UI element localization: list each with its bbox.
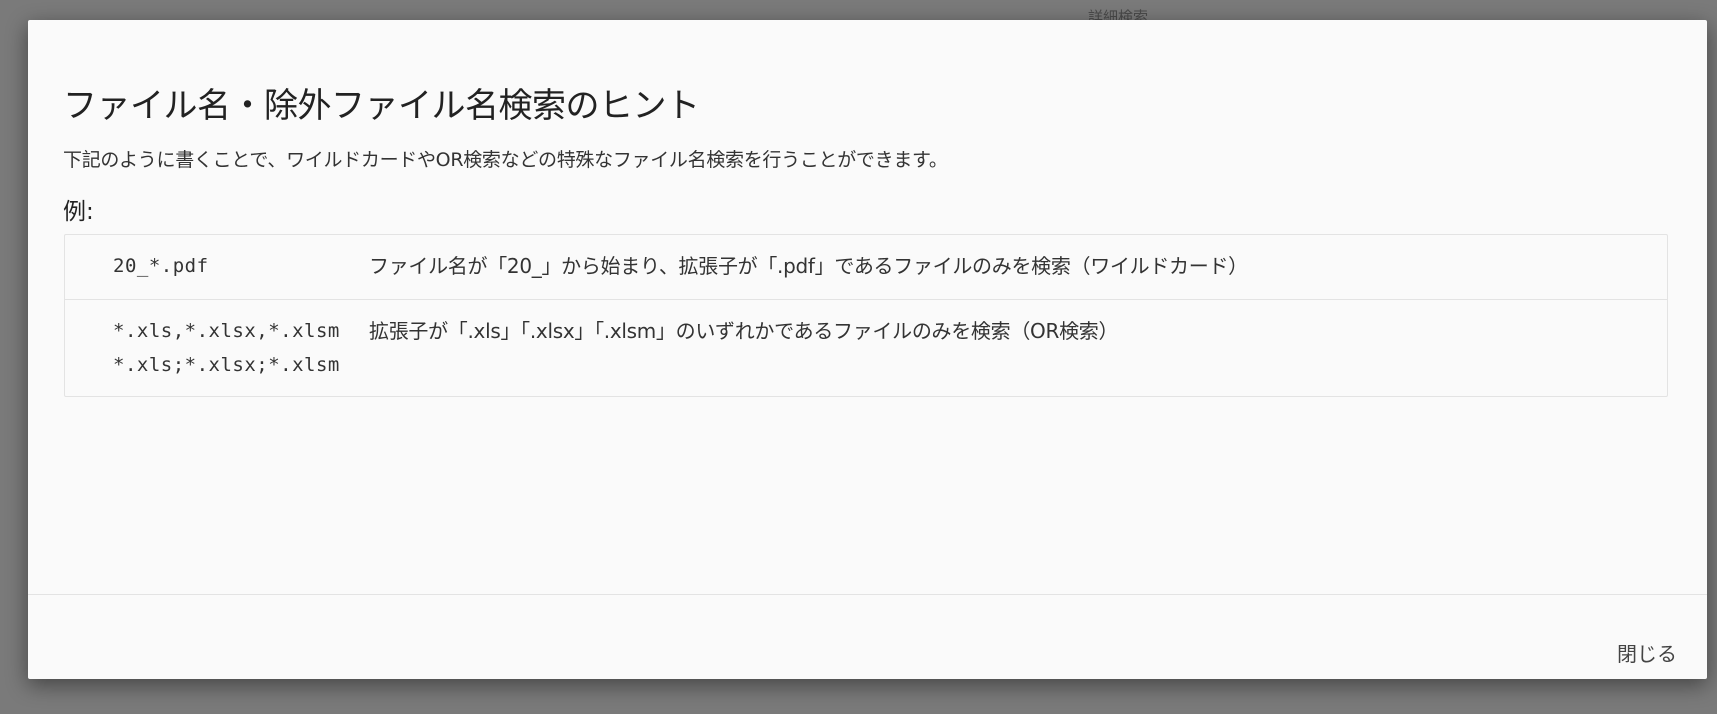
dialog-title: ファイル名・除外ファイル名検索のヒント (63, 86, 700, 126)
example-patterns: 20_*.pdf (65, 253, 369, 287)
example-heading: 例: (63, 199, 94, 225)
dialog-description: 下記のように書くことで、ワイルドカードやOR検索などの特殊なファイル名検索を行う… (63, 149, 948, 171)
example-pattern: 20_*.pdf (113, 255, 209, 277)
example-description: ファイル名が「20_」から始まり、拡張子が「.pdf」であるファイルのみを検索（… (369, 254, 1248, 278)
footer-divider (28, 594, 1707, 595)
example-description: 拡張子が「.xls」「.xlsx」「.xlsm」のいずれかであるファイルのみを検… (369, 319, 1119, 343)
example-patterns: *.xls,*.xlsx,*.xlsm *.xls;*.xlsx;*.xlsm (65, 318, 369, 386)
close-button[interactable]: 閉じる (1609, 634, 1685, 671)
hint-dialog: ファイル名・除外ファイル名検索のヒント 下記のように書くことで、ワイルドカードや… (28, 20, 1707, 679)
example-row-or-search: *.xls,*.xlsx,*.xlsm *.xls;*.xlsx;*.xlsm … (65, 299, 1667, 396)
example-pattern: *.xls;*.xlsx;*.xlsm (113, 354, 340, 376)
example-row-wildcard: 20_*.pdf ファイル名が「20_」から始まり、拡張子が「.pdf」であるフ… (65, 235, 1667, 299)
examples-table: 20_*.pdf ファイル名が「20_」から始まり、拡張子が「.pdf」であるフ… (64, 234, 1668, 397)
example-pattern: *.xls,*.xlsx,*.xlsm (113, 320, 340, 342)
